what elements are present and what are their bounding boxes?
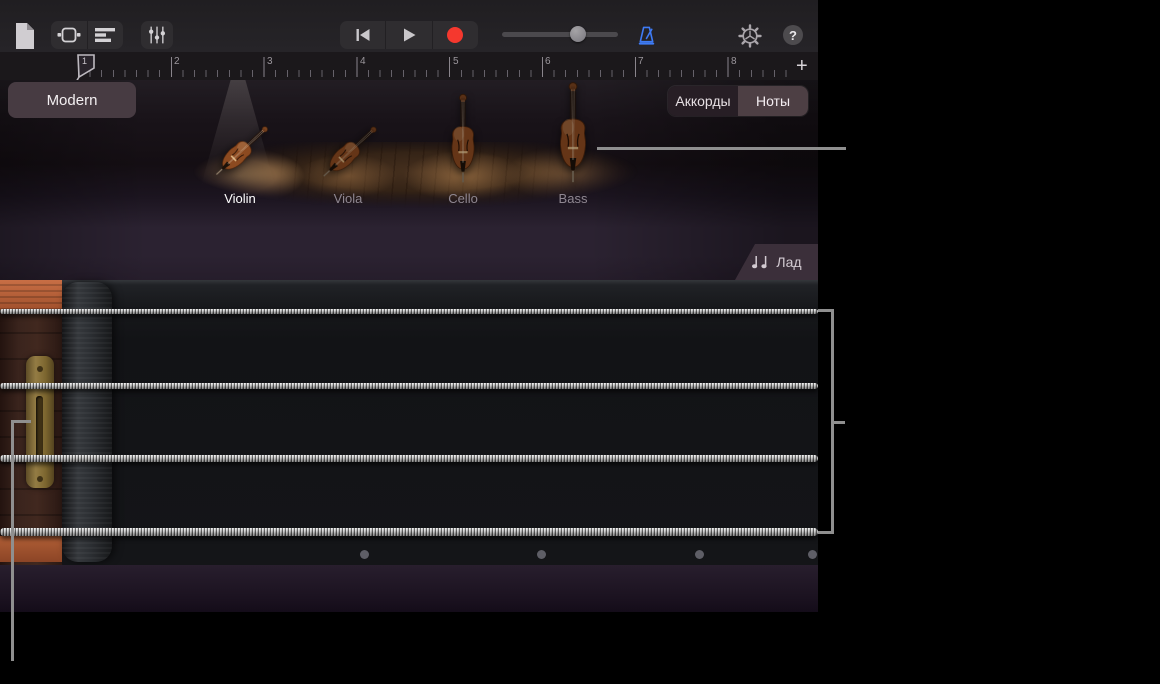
view-mode-toggle: Аккорды Ноты bbox=[668, 86, 808, 116]
volume-slider[interactable] bbox=[502, 32, 618, 37]
timeline-ruler[interactable]: 2 3 4 5 6 7 8 1 + bbox=[0, 52, 818, 81]
bar-number: 6 bbox=[545, 56, 551, 67]
metronome-icon bbox=[636, 25, 657, 46]
mixer-button[interactable] bbox=[141, 21, 173, 49]
gear-icon bbox=[738, 24, 762, 48]
fret-marker-dot bbox=[537, 550, 546, 559]
instrument-viola[interactable]: Viola bbox=[303, 108, 393, 204]
style-button[interactable]: Modern bbox=[8, 82, 136, 118]
metronome-button[interactable] bbox=[634, 23, 658, 47]
ruler-major-ticks bbox=[78, 57, 794, 77]
callout-strings-bracket-tick bbox=[831, 421, 845, 424]
violin-image bbox=[205, 115, 278, 186]
fret-tab-label: Лад bbox=[776, 254, 801, 270]
help-button[interactable]: ? bbox=[783, 25, 803, 45]
rewind-button[interactable] bbox=[340, 21, 385, 49]
tracks-view-button[interactable] bbox=[87, 21, 124, 49]
fret-marker-dot bbox=[360, 550, 369, 559]
style-button-label: Modern bbox=[47, 92, 98, 109]
instrument-label: Viola bbox=[334, 191, 363, 206]
wood-rail-bottom bbox=[0, 536, 62, 562]
playhead-bar-number: 1 bbox=[82, 56, 87, 66]
string-4[interactable] bbox=[0, 528, 818, 536]
mixer-icon bbox=[147, 25, 167, 45]
add-bars-button[interactable]: + bbox=[796, 53, 808, 79]
instrument-violin[interactable]: Violin bbox=[195, 108, 285, 204]
record-icon bbox=[446, 26, 464, 44]
callout-tailpiece-corner bbox=[11, 420, 31, 661]
settings-button[interactable] bbox=[737, 23, 763, 49]
string-1[interactable] bbox=[0, 309, 818, 314]
transport-controls bbox=[340, 21, 478, 49]
instrument-label: Cello bbox=[448, 191, 478, 206]
skip-to-start-icon bbox=[354, 27, 372, 43]
tracks-view-icon bbox=[94, 27, 116, 43]
wood-rail-top bbox=[0, 280, 62, 310]
my-songs-button[interactable] bbox=[14, 22, 36, 49]
instrument-label: Bass bbox=[559, 191, 588, 206]
strings-fretboard[interactable] bbox=[0, 280, 818, 565]
instrument-bass[interactable]: Bass bbox=[528, 80, 618, 204]
notes-icon bbox=[751, 254, 769, 270]
viola-image-wrap bbox=[308, 115, 388, 192]
instrument-label: Violin bbox=[224, 191, 256, 206]
bar-number: 7 bbox=[638, 56, 644, 67]
cello-image bbox=[443, 92, 483, 184]
chords-segment[interactable]: Аккорды bbox=[668, 86, 738, 116]
violin-image-wrap bbox=[202, 115, 279, 189]
bar-number: 4 bbox=[360, 56, 366, 67]
volume-slider-knob[interactable] bbox=[570, 26, 586, 42]
instrument-view-icon bbox=[57, 26, 81, 44]
play-button[interactable] bbox=[385, 21, 431, 49]
string-2[interactable] bbox=[0, 383, 818, 389]
viola-image bbox=[312, 115, 388, 189]
record-button[interactable] bbox=[432, 21, 478, 49]
fret-marker-dot bbox=[808, 550, 817, 559]
stage-apron bbox=[0, 565, 818, 612]
callout-instruments-line bbox=[597, 147, 846, 150]
mixer-seg bbox=[141, 21, 173, 49]
fret-marker-dot bbox=[695, 550, 704, 559]
instrument-stage: Modern Аккорды Ноты Violin bbox=[0, 80, 818, 280]
playhead[interactable]: 1 bbox=[76, 54, 98, 82]
string-nut bbox=[62, 282, 112, 562]
bar-number: 8 bbox=[731, 56, 737, 67]
instrument-view-button[interactable] bbox=[51, 21, 87, 49]
help-label: ? bbox=[789, 28, 797, 43]
bar-number: 2 bbox=[174, 56, 180, 67]
instrument-cello[interactable]: Cello bbox=[418, 92, 508, 204]
view-switcher bbox=[51, 21, 123, 49]
bass-image bbox=[549, 80, 597, 184]
garageband-window: ? 2 3 4 5 6 7 8 1 + bbox=[0, 0, 818, 612]
screenshot-canvas: ? 2 3 4 5 6 7 8 1 + bbox=[0, 0, 1160, 684]
toolbar: ? bbox=[0, 0, 818, 53]
bar-number: 3 bbox=[267, 56, 273, 67]
bar-number: 5 bbox=[453, 56, 459, 67]
notes-segment[interactable]: Ноты bbox=[738, 86, 808, 116]
document-icon bbox=[15, 23, 35, 49]
string-3[interactable] bbox=[0, 455, 818, 462]
play-icon bbox=[401, 27, 417, 43]
